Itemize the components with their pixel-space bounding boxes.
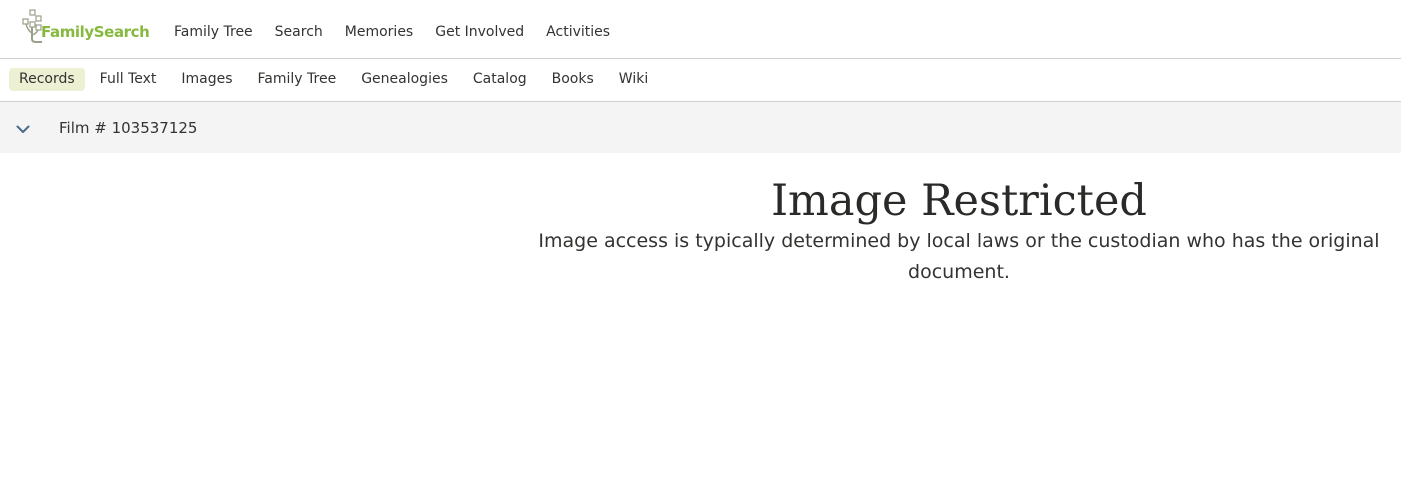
tab-records[interactable]: Records — [9, 68, 85, 91]
tab-genealogies[interactable]: Genealogies — [351, 68, 458, 91]
restricted-title: Image Restricted — [771, 176, 1147, 226]
top-header: FamilySearch Family Tree Search Memories… — [0, 0, 1401, 59]
tab-images[interactable]: Images — [171, 68, 242, 91]
nav-memories[interactable]: Memories — [345, 24, 413, 40]
tree-logo-icon — [22, 9, 42, 43]
tab-full-text[interactable]: Full Text — [90, 68, 167, 91]
tab-wiki[interactable]: Wiki — [609, 68, 658, 91]
film-info-bar: Film # 103537125 — [0, 102, 1401, 153]
nav-get-involved[interactable]: Get Involved — [435, 24, 524, 40]
primary-nav: Family Tree Search Memories Get Involved… — [174, 24, 632, 40]
search-sub-nav: Records Full Text Images Family Tree Gen… — [0, 59, 1401, 102]
tab-books[interactable]: Books — [542, 68, 604, 91]
sub-nav-tabs: Records Full Text Images Family Tree Gen… — [9, 68, 663, 91]
nav-search[interactable]: Search — [275, 24, 323, 40]
familysearch-logo[interactable]: FamilySearch — [22, 9, 150, 43]
nav-family-tree[interactable]: Family Tree — [174, 24, 253, 40]
tab-catalog[interactable]: Catalog — [463, 68, 537, 91]
restricted-message: Image Restricted Image access is typical… — [521, 175, 1397, 288]
nav-activities[interactable]: Activities — [546, 24, 610, 40]
film-number: Film # 103537125 — [59, 119, 198, 137]
logo-wordmark: FamilySearch — [41, 23, 150, 41]
tab-family-tree[interactable]: Family Tree — [248, 68, 347, 91]
restricted-body: Image access is typically determined by … — [538, 230, 1380, 283]
chevron-down-icon[interactable] — [15, 121, 31, 137]
